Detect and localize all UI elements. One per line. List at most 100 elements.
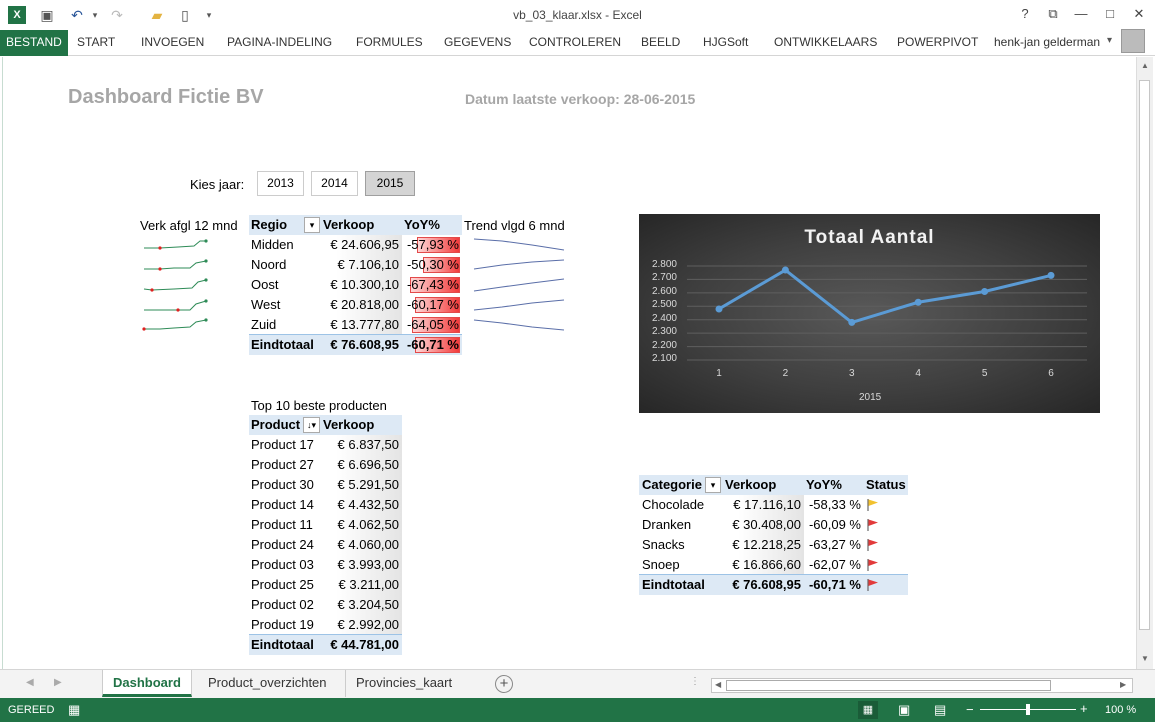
sparkline-oost [143,278,208,292]
data-point[interactable] [914,298,922,306]
minimize-button[interactable]: — [1068,4,1094,24]
category-yoy: -60,09 % [808,517,861,532]
user-dropdown-icon[interactable]: ▾ [1107,35,1112,46]
data-point[interactable] [981,288,989,296]
category-yoy: -58,33 % [808,497,861,512]
chart-totaal-aantal[interactable]: Totaal Aantal 2.100 2.200 2.300 2.400 2.500 2… [639,214,1100,413]
horizontal-scroll-thumb[interactable] [726,680,1051,691]
ribbon-display-icon[interactable]: ⧉ [1040,4,1066,24]
tab-invoegen[interactable]: INVOEGEN [141,30,204,56]
tab-scroll-left-icon[interactable]: ◀ [26,677,34,688]
products-total-sales: € 44.781,00 [330,637,399,652]
tab-controleren[interactable]: CONTROLEREN [529,30,621,56]
category-filter-dropdown-icon[interactable]: ▾ [705,477,721,493]
category-name: Chocolade [642,497,705,512]
header-regio: Regio [251,217,288,232]
header-categorie: Categorie [642,477,702,492]
sheet-tab-provincies-kaart[interactable]: Provincies_kaart [345,670,462,697]
scroll-right-icon[interactable]: ▶ [1120,680,1126,689]
zoom-level[interactable]: 100 % [1105,704,1136,716]
product-sales: € 6.696,50 [337,457,399,472]
macro-record-icon[interactable]: ▦ [68,702,80,718]
trend-label: Trend vlgd 6 mnd [464,218,565,233]
zoom-out-icon[interactable]: − [966,702,974,717]
slicer-year-2014[interactable]: 2014 [311,171,358,196]
sparkline-midden [144,239,208,250]
avatar[interactable] [1121,29,1145,53]
category-yoy: -62,07 % [808,557,861,572]
data-point[interactable] [781,266,789,274]
window-title: vb_03_klaar.xlsx - Excel [513,8,642,22]
sheet-tab-dashboard[interactable]: Dashboard [102,670,192,697]
category-name: Dranken [642,517,692,532]
tab-hjgsoft[interactable]: HJGSoft [703,30,748,56]
series-line [718,268,1052,325]
trend-zuid [473,319,565,331]
red-flag-icon [867,579,878,591]
data-point[interactable] [848,318,856,326]
zoom-in-icon[interactable]: + [1080,701,1088,716]
normal-view-icon[interactable]: ▦ [858,701,878,719]
filter-dropdown-icon[interactable]: ▾ [304,217,320,233]
tab-bestand[interactable]: BESTAND [0,30,68,56]
slicer-year-2013[interactable]: 2013 [257,171,304,196]
product-sales: € 4.432,50 [337,497,399,512]
header-status: Status [866,477,906,492]
scroll-down-icon[interactable]: ▼ [1141,654,1149,663]
tab-beeld[interactable]: BEELD [641,30,680,56]
sparkline-high-marker [204,278,208,282]
scroll-left-icon[interactable]: ◀ [715,680,721,689]
category-name: Snoep [642,557,680,572]
ribbon-tabs: BESTAND START INVOEGEN PAGINA-INDELING F… [0,30,1155,56]
product-sales: € 2.992,00 [337,617,399,632]
region-total-yoy: -60,71 % [406,337,459,352]
add-sheet-icon[interactable]: + [495,675,513,693]
yellow-flag-icon [867,499,878,511]
tab-powerpivot[interactable]: POWERPIVOT [897,30,978,56]
zoom-slider-thumb[interactable] [1026,704,1030,715]
trend-midden [473,238,565,251]
product-sales: € 3.204,50 [337,597,399,612]
user-name[interactable]: henk-jan gelderman [994,35,1100,49]
product-sales: € 3.211,00 [338,577,399,592]
region-sales: € 10.300,10 [330,277,399,292]
tab-scroll-right-icon[interactable]: ▶ [54,677,62,688]
trend-noord [473,259,565,270]
tab-start[interactable]: START [77,30,115,56]
tab-formules[interactable]: FORMULES [356,30,423,56]
sparkline-high-marker [204,259,208,263]
product-sales: € 4.062,50 [337,517,399,532]
product-sales: € 3.993,00 [337,557,399,572]
slicer-year-2015[interactable]: 2015 [365,171,415,196]
sparkline-low-marker [142,327,146,331]
tab-split-handle-icon[interactable]: ⋮ [690,676,700,687]
vertical-scroll-thumb[interactable] [1139,80,1150,630]
category-sales: € 30.408,00 [732,517,801,532]
region-yoy: -67,43 % [406,277,459,292]
maximize-button[interactable]: □ [1097,4,1123,24]
sparkline-low-marker [158,246,162,250]
sort-filter-icon[interactable]: ↓▾ [303,417,320,433]
data-point[interactable] [1047,271,1055,279]
tab-pagina-indeling[interactable]: PAGINA-INDELING [227,30,332,56]
close-button[interactable]: ✕ [1126,4,1152,24]
region-name: Noord [251,257,287,272]
category-sales: € 17.116,10 [733,497,801,512]
region-name: West [251,297,281,312]
title-bar: X ▣ ↶ ▾ ↷ ▰ ▯ ▾ vb_03_klaar.xlsx - Excel… [0,0,1155,30]
help-button[interactable]: ? [1012,4,1038,24]
page-layout-icon[interactable]: ▣ [898,702,910,718]
chart-plot [687,265,1087,361]
tab-gegevens[interactable]: GEGEVENS [444,30,511,56]
region-name: Oost [251,277,279,292]
red-flag-icon [867,539,878,551]
trend-oost [473,278,565,292]
region-yoy: -50,30 % [406,257,459,272]
tab-ontwikkelaars[interactable]: ONTWIKKELAARS [774,30,877,56]
data-point[interactable] [715,305,723,313]
page-break-icon[interactable]: ▤ [934,702,946,718]
header-cat-verkoop: Verkoop [725,477,777,492]
category-total-sales: € 76.608,95 [732,577,801,592]
scroll-up-icon[interactable]: ▲ [1141,61,1149,70]
sheet-tab-product-overzichten[interactable]: Product_overzichten [198,670,337,697]
